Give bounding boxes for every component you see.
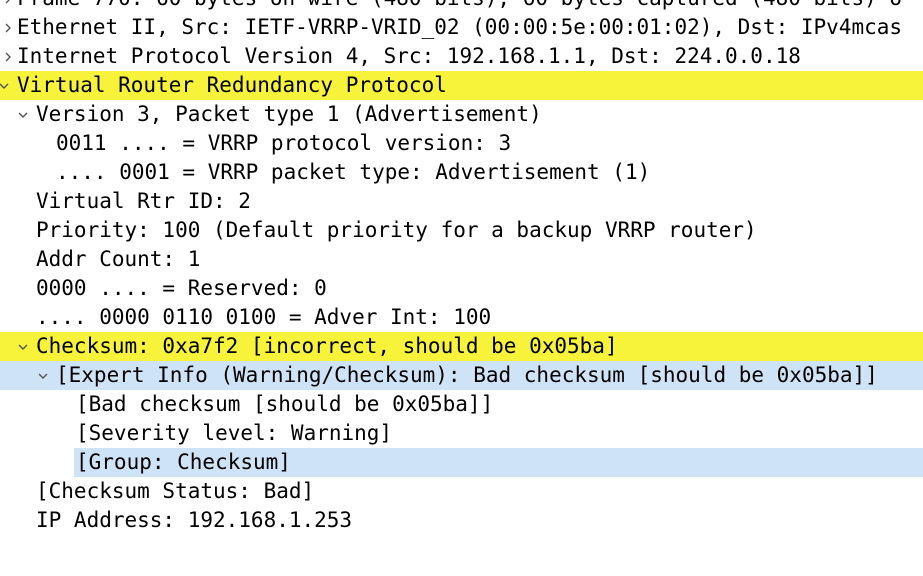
tree-label-severity: [Severity level: Warning] (76, 421, 393, 445)
tree-label-vrrp: Virtual Router Redundancy Protocol (17, 73, 447, 97)
tree-row-checksum[interactable]: Checksum: 0xa7f2 [incorrect, should be 0… (0, 332, 923, 361)
tree-label-version-type: Version 3, Packet type 1 (Advertisement) (36, 102, 542, 126)
tree-label-priority: Priority: 100 (Default priority for a ba… (36, 218, 757, 242)
tree-row-packet-type[interactable]: .... 0001 = VRRP packet type: Advertisem… (0, 158, 923, 187)
tree-label-checksum-status: [Checksum Status: Bad] (36, 479, 315, 503)
tree-row-vrrp[interactable]: Virtual Router Redundancy Protocol (0, 71, 923, 100)
tree-row-reserved[interactable]: 0000 .... = Reserved: 0 (0, 274, 923, 303)
tree-row-expert-info[interactable]: [Expert Info (Warning/Checksum): Bad che… (0, 361, 923, 390)
tree-label-expert-info: [Expert Info (Warning/Checksum): Bad che… (56, 363, 878, 387)
tree-row-version-type[interactable]: Version 3, Packet type 1 (Advertisement) (0, 100, 923, 129)
tree-row-bad-checksum[interactable]: [Bad checksum [should be 0x05ba]] (0, 390, 923, 419)
tree-label-ethernet: Ethernet II, Src: IETF-VRRP-VRID_02 (00:… (17, 15, 903, 39)
tree-row-vrid[interactable]: Virtual Rtr ID: 2 (0, 187, 923, 216)
tree-label-addr-count: Addr Count: 1 (36, 247, 201, 271)
tree-label-frame: Frame 770: 60 bytes on wire (480 bits), … (17, 0, 902, 13)
chevron-right-icon[interactable] (1, 0, 15, 13)
tree-label-packet-type: .... 0001 = VRRP packet type: Advertisem… (56, 160, 651, 184)
tree-label-checksum: Checksum: 0xa7f2 [incorrect, should be 0… (36, 334, 618, 358)
tree-row-ip-address[interactable]: IP Address: 192.168.1.253 (0, 506, 923, 535)
tree-row-group[interactable]: [Group: Checksum] (0, 448, 923, 477)
tree-label-proto-version: 0011 .... = VRRP protocol version: 3 (56, 131, 512, 155)
chevron-right-icon[interactable] (1, 13, 15, 42)
tree-row-adver-int[interactable]: .... 0000 0110 0100 = Adver Int: 100 (0, 303, 923, 332)
tree-label-reserved: 0000 .... = Reserved: 0 (36, 276, 327, 300)
tree-label-group: [Group: Checksum] (76, 450, 291, 474)
tree-row-severity[interactable]: [Severity level: Warning] (0, 419, 923, 448)
tree-row-proto-version[interactable]: 0011 .... = VRRP protocol version: 3 (0, 129, 923, 158)
tree-label-ip-address: IP Address: 192.168.1.253 (36, 508, 353, 532)
chevron-right-icon[interactable] (1, 42, 15, 71)
tree-label-vrid: Virtual Rtr ID: 2 (36, 189, 251, 213)
tree-row-ip[interactable]: Internet Protocol Version 4, Src: 192.16… (0, 42, 923, 71)
tree-label-bad-checksum: [Bad checksum [should be 0x05ba]] (76, 392, 494, 416)
chevron-down-icon[interactable] (16, 100, 30, 129)
packet-details-tree: Frame 770: 60 bytes on wire (480 bits), … (0, 0, 923, 535)
tree-row-frame[interactable]: Frame 770: 60 bytes on wire (480 bits), … (0, 0, 923, 13)
tree-row-priority[interactable]: Priority: 100 (Default priority for a ba… (0, 216, 923, 245)
tree-row-checksum-status[interactable]: [Checksum Status: Bad] (0, 477, 923, 506)
tree-label-ip: Internet Protocol Version 4, Src: 192.16… (17, 44, 801, 68)
tree-row-ethernet[interactable]: Ethernet II, Src: IETF-VRRP-VRID_02 (00:… (0, 13, 923, 42)
tree-row-addr-count[interactable]: Addr Count: 1 (0, 245, 923, 274)
tree-label-adver-int: .... 0000 0110 0100 = Adver Int: 100 (36, 305, 492, 329)
chevron-down-icon[interactable] (0, 71, 11, 100)
chevron-down-icon[interactable] (16, 332, 30, 361)
chevron-down-icon[interactable] (36, 361, 50, 390)
